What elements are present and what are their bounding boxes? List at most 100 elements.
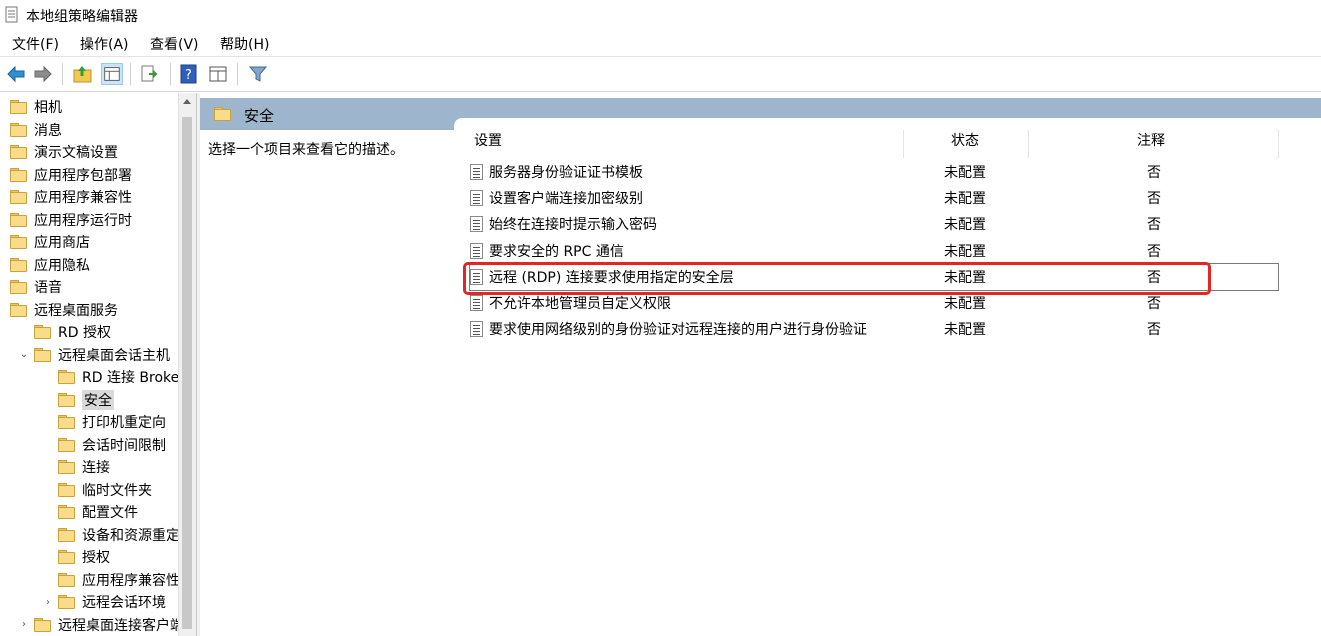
tree-item[interactable]: 安全 xyxy=(58,389,114,411)
folder-icon xyxy=(10,302,27,317)
setting-comment: 否 xyxy=(1147,296,1161,312)
tree-item-label: 连接 xyxy=(82,460,110,476)
setting-comment: 否 xyxy=(1147,322,1161,339)
tree-item-label: 应用程序兼容性 xyxy=(82,572,180,589)
folder-icon xyxy=(58,572,75,587)
window-title: 本地组策略编辑器 xyxy=(26,9,138,25)
setting-name: 不允许本地管理员自定义权限 xyxy=(489,296,671,312)
setting-row[interactable]: 不允许本地管理员自定义权限 未配置 否 xyxy=(470,290,1278,316)
setting-comment: 否 xyxy=(1147,165,1161,181)
folder-icon xyxy=(58,370,75,384)
tree-item[interactable]: 配置文件 xyxy=(58,501,138,523)
setting-state: 未配置 xyxy=(944,191,986,208)
tree-item[interactable]: 应用隐私 xyxy=(10,254,90,276)
column-header-comment[interactable]: 注释 xyxy=(1137,130,1165,150)
tree-item[interactable]: 应用商店 xyxy=(10,231,90,253)
scroll-up-arrow-icon[interactable] xyxy=(183,99,191,104)
expand-chevron-right-icon[interactable]: › xyxy=(42,597,54,608)
tree-item[interactable]: 应用程序运行时 xyxy=(10,209,132,231)
toolbar-separator xyxy=(62,63,63,85)
column-divider[interactable] xyxy=(1278,130,1279,158)
setting-state: 未配置 xyxy=(944,322,986,339)
tree-item[interactable]: › 远程桌面连接客户端 xyxy=(18,614,184,636)
menu-action[interactable]: 操作(A) xyxy=(80,34,129,54)
setting-row[interactable]: 远程 (RDP) 连接要求使用指定的安全层 未配置 否 xyxy=(469,262,1279,291)
policy-setting-icon xyxy=(470,190,483,207)
details-pane: 安全 选择一个项目来查看它的描述。 设置 状态 注释 服务器身份验证证书模板 未配… xyxy=(200,93,1321,636)
policy-setting-icon xyxy=(470,216,483,233)
menu-help[interactable]: 帮助(H) xyxy=(220,34,269,54)
folder-icon xyxy=(34,617,51,632)
folder-icon xyxy=(58,527,75,542)
tree-item[interactable]: RD 连接 Broker xyxy=(58,366,185,388)
tree-item[interactable]: 消息 xyxy=(10,119,62,141)
tree-item[interactable]: 相机 xyxy=(10,96,62,118)
folder-icon xyxy=(10,167,27,182)
tree-item-label: RD 授权 xyxy=(58,325,111,341)
tree-item-label: 应用程序兼容性 xyxy=(34,190,132,206)
folder-icon xyxy=(58,437,75,452)
folder-icon xyxy=(58,392,75,407)
toolbar-separator xyxy=(170,63,171,85)
menu-file[interactable]: 文件(F) xyxy=(12,34,59,54)
tree-item[interactable]: › 远程会话环境 xyxy=(42,591,166,613)
tree-item-label: 远程会话环境 xyxy=(82,595,166,611)
setting-row[interactable]: 始终在连接时提示输入密码 未配置 否 xyxy=(470,211,1278,237)
tree-item-label: 配置文件 xyxy=(82,505,138,521)
expand-chevron-down-icon[interactable]: ⌄ xyxy=(18,349,30,360)
tree-item[interactable]: 语音 xyxy=(10,276,62,298)
setting-row[interactable]: 要求安全的 RPC 通信 未配置 否 xyxy=(470,238,1278,264)
tree-item[interactable]: 连接 xyxy=(58,456,110,478)
help-icon[interactable]: ? xyxy=(178,63,200,85)
column-header-state[interactable]: 状态 xyxy=(951,130,979,150)
setting-comment: 否 xyxy=(1147,217,1161,234)
tree-item-label: 应用隐私 xyxy=(34,257,90,274)
column-divider[interactable] xyxy=(1028,130,1029,158)
tree-item-label: 相机 xyxy=(34,100,62,116)
tree-item[interactable]: 应用程序兼容性 xyxy=(10,186,132,208)
tree-item[interactable]: RD 授权 xyxy=(34,321,111,343)
folder-icon xyxy=(10,257,27,272)
tree-item[interactable]: 演示文稿设置 xyxy=(10,141,118,163)
expand-chevron-right-icon[interactable]: › xyxy=(18,619,30,630)
tree-item[interactable]: 设备和资源重定向 xyxy=(58,524,194,546)
tree-item[interactable]: 临时文件夹 xyxy=(58,479,152,501)
description-text: 选择一个项目来查看它的描述。 xyxy=(208,142,404,158)
tree-item-label: 消息 xyxy=(34,122,62,139)
up-folder-icon[interactable] xyxy=(72,63,94,85)
setting-row[interactable]: 设置客户端连接加密级别 未配置 否 xyxy=(470,185,1278,211)
tree-item[interactable]: ⌄ 远程桌面会话主机 xyxy=(18,344,170,366)
tree-item[interactable]: 打印机重定向 xyxy=(58,411,166,433)
details-header-title: 安全 xyxy=(244,107,275,125)
tree-item-label: 远程桌面会话主机 xyxy=(58,347,170,364)
folder-icon xyxy=(10,280,27,294)
folder-icon xyxy=(34,347,51,362)
scroll-thumb[interactable] xyxy=(182,117,192,629)
tree-item[interactable]: 应用程序兼容性 xyxy=(58,569,180,591)
tree-item[interactable]: 授权 xyxy=(58,546,110,568)
filter-icon[interactable] xyxy=(247,63,269,85)
title-bar: 本地组策略编辑器 xyxy=(0,0,1321,30)
export-list-icon[interactable] xyxy=(139,63,161,85)
navigation-tree[interactable]: 相机 消息 演示文稿设置 应用程序包部署 应用程序兼容性 应用程序运行时 应用商店 应用隐私语… xyxy=(0,93,196,636)
tree-item[interactable]: 应用程序包部署 xyxy=(10,164,132,186)
setting-row[interactable]: 要求使用网络级别的身份验证对远程连接的用户进行身份验证 未配置 否 xyxy=(470,316,1278,342)
menu-view[interactable]: 查看(V) xyxy=(150,34,199,54)
back-arrow-icon[interactable] xyxy=(5,63,27,85)
tree-item[interactable]: 会话时间限制 xyxy=(58,434,166,456)
show-hide-tree-icon[interactable] xyxy=(101,63,123,85)
tree-item[interactable]: 远程桌面服务 xyxy=(10,299,118,321)
setting-row[interactable]: 服务器身份验证证书模板 未配置 否 xyxy=(470,159,1278,185)
policy-setting-icon xyxy=(470,295,483,311)
tree-item-label: 临时文件夹 xyxy=(82,482,152,499)
tree-item-label: 远程桌面连接客户端 xyxy=(58,617,184,634)
column-divider[interactable] xyxy=(903,130,904,158)
policy-setting-icon xyxy=(470,164,483,180)
properties-view-icon[interactable] xyxy=(207,63,229,85)
folder-icon xyxy=(58,595,75,609)
tree-item-label: 应用程序包部署 xyxy=(34,167,132,184)
column-header-setting[interactable]: 设置 xyxy=(474,130,502,150)
setting-name: 要求使用网络级别的身份验证对远程连接的用户进行身份验证 xyxy=(489,322,867,339)
forward-arrow-icon[interactable] xyxy=(32,63,54,85)
tree-scrollbar[interactable] xyxy=(178,93,196,636)
